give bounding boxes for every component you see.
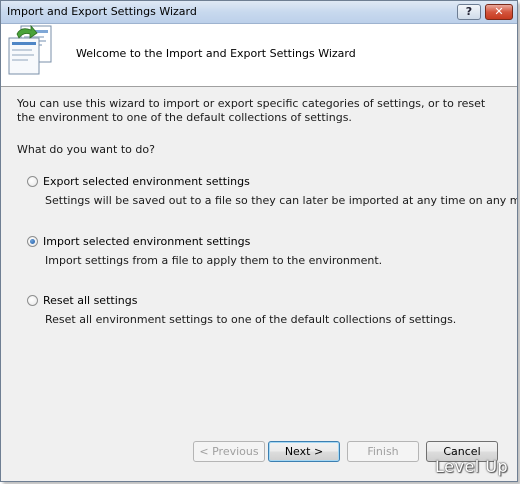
radio-reset[interactable] xyxy=(27,295,38,306)
previous-button[interactable]: < Previous xyxy=(193,441,265,462)
wizard-content: You can use this wizard to import or exp… xyxy=(17,97,517,326)
header-title: Welcome to the Import and Export Setting… xyxy=(76,47,356,60)
wizard-settings-icon xyxy=(8,24,52,75)
option-import-description: Import settings from a file to apply the… xyxy=(45,254,383,267)
option-export-label[interactable]: Export selected environment settings xyxy=(43,175,250,188)
intro-text: You can use this wizard to import or exp… xyxy=(17,97,486,124)
finish-button[interactable]: Finish xyxy=(347,441,419,462)
question-label: What do you want to do? xyxy=(17,143,155,156)
option-reset-label[interactable]: Reset all settings xyxy=(43,294,137,307)
wizard-window: Import and Export Settings Wizard ? ✕ We… xyxy=(0,0,518,482)
option-reset-description: Reset all environment settings to one of… xyxy=(45,313,457,326)
radio-export[interactable] xyxy=(27,176,38,187)
window-title: Import and Export Settings Wizard xyxy=(7,5,197,18)
title-bar: Import and Export Settings Wizard ? ✕ xyxy=(1,1,517,24)
wizard-header: Welcome to the Import and Export Setting… xyxy=(1,24,517,87)
close-button[interactable]: ✕ xyxy=(485,4,513,20)
radio-import[interactable] xyxy=(27,236,38,247)
next-button[interactable]: Next > xyxy=(268,441,340,462)
watermark-text: Level Up xyxy=(435,457,509,476)
help-button[interactable]: ? xyxy=(457,4,481,20)
option-import-label[interactable]: Import selected environment settings xyxy=(43,235,250,248)
option-export-description: Settings will be saved out to a file so … xyxy=(45,194,518,207)
